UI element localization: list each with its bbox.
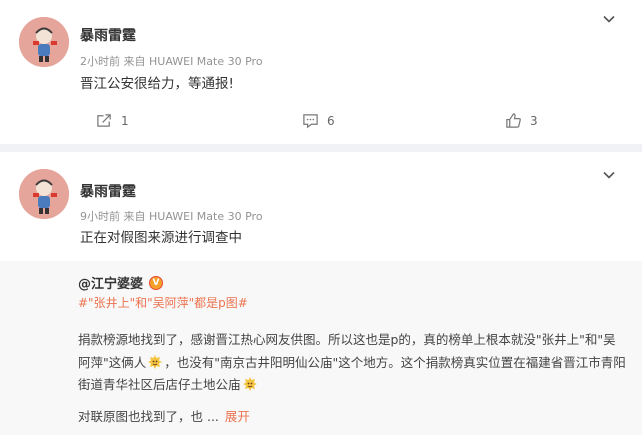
post-text: 正在对假图来源进行调查中: [80, 230, 242, 246]
post-text: 晋江公安很给力，等通报!: [80, 76, 234, 92]
repost-button[interactable]: 1: [96, 112, 129, 129]
avatar[interactable]: [19, 17, 69, 67]
emoji-icon: [242, 377, 257, 391]
quoted-truncated: 对联原图也找到了，也 ... 展开: [78, 406, 250, 425]
quoted-post[interactable]: @江宁婆婆 V #"张井上"和"吴阿萍"都是p图# 捐款榜源地找到了，感谢晋江热…: [0, 261, 642, 435]
quoted-author[interactable]: @江宁婆婆 V: [78, 273, 164, 292]
like-count: 3: [530, 113, 538, 128]
username[interactable]: 暴雨雷霆: [80, 25, 136, 45]
truncated-text: 对联原图也找到了，也 ...: [78, 409, 219, 424]
chevron-down-icon[interactable]: [602, 12, 616, 26]
emoji-icon: [148, 354, 163, 369]
expand-link[interactable]: 展开: [225, 406, 250, 425]
repost-icon: [97, 114, 111, 127]
username[interactable]: 暴雨雷霆: [80, 181, 136, 201]
topic-link[interactable]: #"张井上"和"吴阿萍"都是p图#: [78, 294, 248, 311]
quoted-author-name[interactable]: @江宁婆婆: [78, 273, 143, 292]
comment-count: 6: [327, 113, 335, 128]
avatar-illustration-icon: [19, 17, 69, 67]
avatar-illustration-icon: [19, 169, 69, 219]
repost-count: 1: [121, 113, 129, 128]
comment-icon: [303, 114, 318, 129]
avatar[interactable]: [19, 169, 69, 219]
post-meta: 2小时前 来自 HUAWEI Mate 30 Pro: [80, 55, 263, 68]
post-meta: 9小时前 来自 HUAWEI Mate 30 Pro: [80, 210, 263, 223]
post-card: 暴雨雷霆 9小时前 来自 HUAWEI Mate 30 Pro 正在对假图来源进…: [0, 152, 642, 435]
quoted-body: 捐款榜源地找到了，感谢晋江热心网友供图。所以这也是p的，真的榜单上根本就没"张井…: [78, 329, 626, 397]
comment-button[interactable]: 6: [302, 112, 335, 129]
post-card: 暴雨雷霆 2小时前 来自 HUAWEI Mate 30 Pro 晋江公安很给力，…: [0, 0, 642, 144]
action-bar: 1 6 3: [0, 112, 642, 132]
thumbs-up-icon: [506, 113, 521, 128]
verified-badge-icon: V: [149, 275, 164, 290]
like-button[interactable]: 3: [505, 112, 538, 129]
chevron-down-icon[interactable]: [602, 168, 616, 182]
